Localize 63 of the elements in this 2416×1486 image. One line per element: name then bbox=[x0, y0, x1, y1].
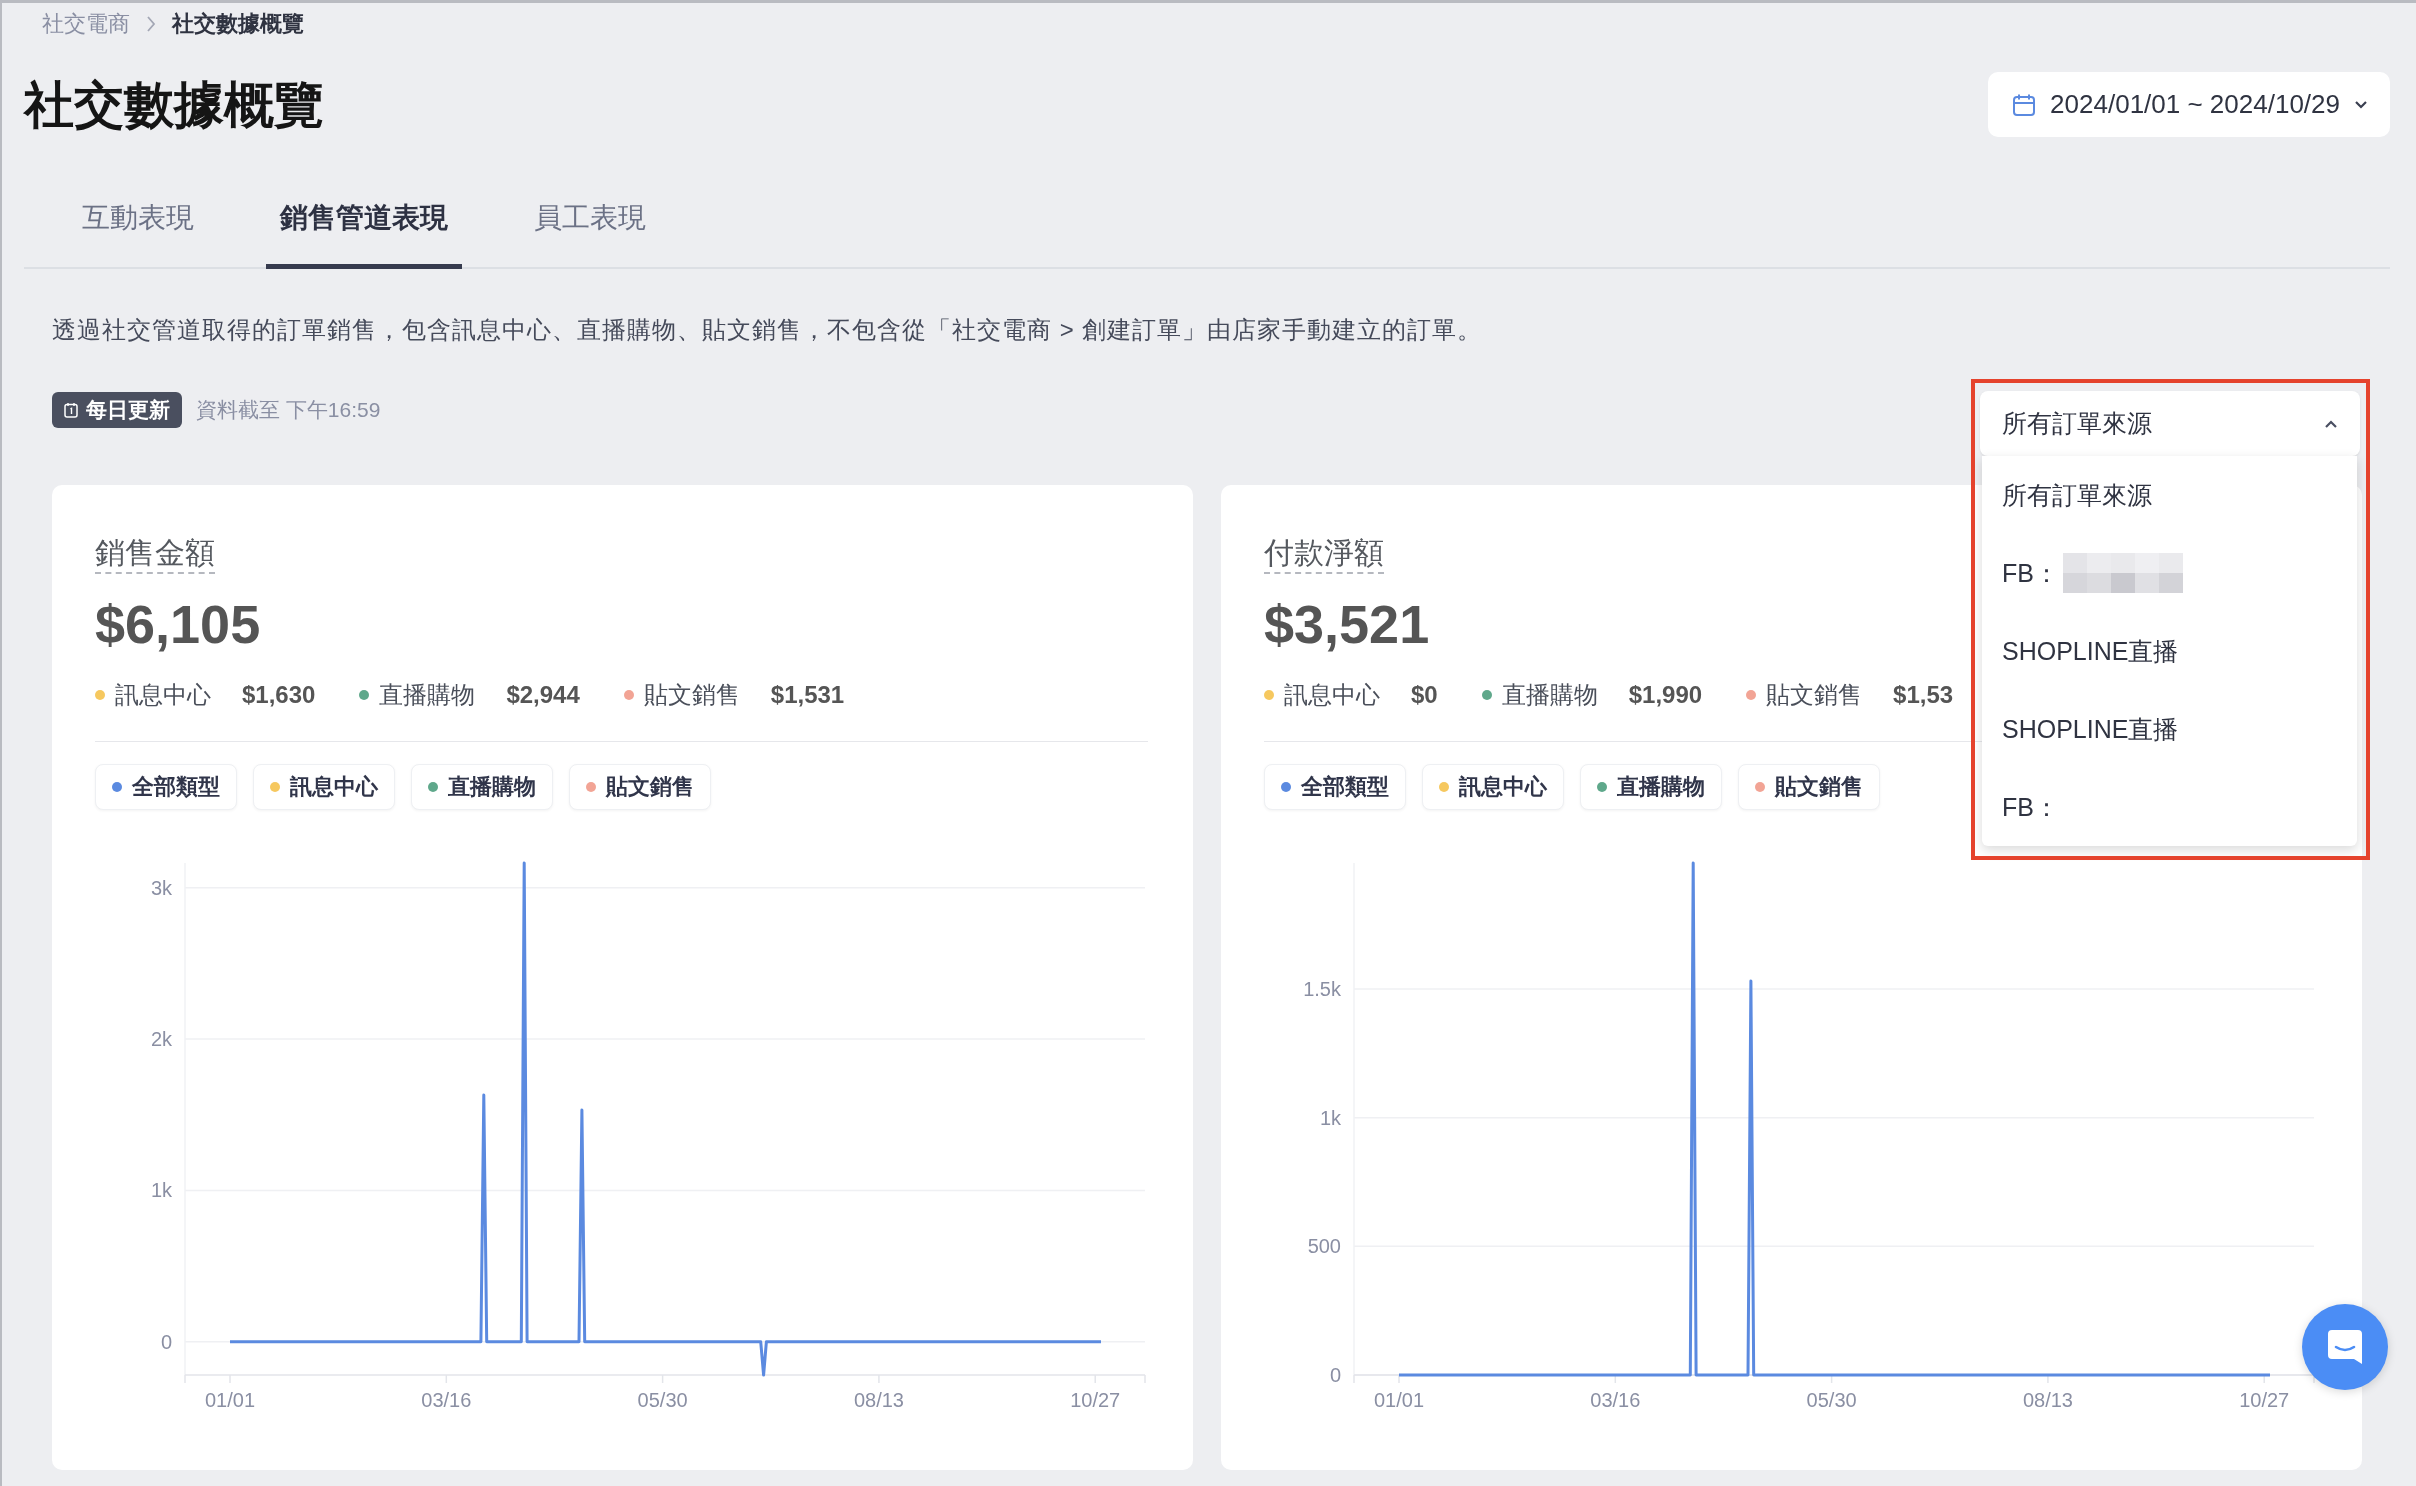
channel-amount: $1,53 bbox=[1893, 681, 1954, 709]
tab[interactable]: 互動表現 bbox=[68, 180, 208, 269]
y-axis-label: 0 bbox=[160, 1330, 172, 1353]
filter-chip[interactable]: 貼文銷售 bbox=[1738, 764, 1880, 810]
channel-label: 貼文銷售 bbox=[1766, 680, 1863, 710]
filter-chip[interactable]: 直播購物 bbox=[411, 764, 553, 810]
x-axis-label: 08/13 bbox=[853, 1389, 904, 1411]
date-range-picker[interactable]: 2024/01/01 ~ 2024/10/29 bbox=[1988, 72, 2390, 137]
channel-amount: $2,944 bbox=[506, 681, 580, 709]
dropdown-option[interactable]: FB： bbox=[1982, 534, 2357, 612]
channel-amount: $0 bbox=[1411, 681, 1438, 709]
channel-amount: $1,630 bbox=[242, 681, 316, 709]
breadcrumb-item: 社交數據概覽 bbox=[172, 10, 304, 38]
chevron-right-icon bbox=[146, 15, 156, 33]
x-axis-label: 05/30 bbox=[1806, 1389, 1857, 1411]
tab[interactable]: 銷售管道表現 bbox=[266, 180, 462, 269]
channel-amount: $1,990 bbox=[1628, 681, 1703, 709]
y-axis-label: 0 bbox=[1329, 1364, 1341, 1386]
description-text: 透過社交管道取得的訂單銷售，包含訊息中心、直播購物、貼文銷售，不包含從「社交電商 > 創建訂單」由店家手動建立的訂單。 bbox=[52, 315, 1483, 345]
channel-label: 直播購物 bbox=[379, 680, 476, 710]
x-axis-label: 01/01 bbox=[1373, 1389, 1425, 1411]
filter-chip[interactable]: 直播購物 bbox=[1580, 764, 1722, 810]
y-axis-label: 1.5k bbox=[1303, 978, 1341, 1001]
x-axis-label: 08/13 bbox=[2022, 1389, 2073, 1411]
tab[interactable]: 員工表現 bbox=[520, 180, 660, 269]
calendar-icon bbox=[2012, 92, 2037, 117]
y-axis-label: 2k bbox=[150, 1028, 172, 1051]
channel-amount: $1,531 bbox=[770, 681, 845, 709]
channel-label: 訊息中心 bbox=[115, 680, 211, 710]
x-axis-label: 05/30 bbox=[637, 1389, 688, 1411]
calendar-icon bbox=[64, 402, 78, 418]
chevron-down-icon bbox=[2354, 99, 2368, 110]
updated-time: 資料截至 下午16:59 bbox=[196, 397, 381, 423]
chevron-up-icon bbox=[2324, 418, 2338, 429]
x-axis-label: 03/16 bbox=[421, 1389, 472, 1411]
dropdown-option[interactable]: SHOPLINE直播 bbox=[1982, 612, 2357, 690]
filter-chip[interactable]: 全部類型 bbox=[95, 764, 237, 810]
dropdown-option[interactable]: SHOPLINE直播 bbox=[1982, 690, 2357, 768]
filter-chip[interactable]: 全部類型 bbox=[1264, 764, 1406, 810]
channel-label: 貼文銷售 bbox=[643, 680, 740, 710]
y-axis-label: 1k bbox=[150, 1179, 172, 1202]
total-amount: $6,105 bbox=[95, 593, 261, 656]
badge-label: 每日更新 bbox=[86, 397, 170, 423]
x-axis-label: 03/16 bbox=[1590, 1389, 1641, 1411]
y-axis-label: 3k bbox=[150, 876, 172, 899]
filter-chip[interactable]: 訊息中心 bbox=[1422, 764, 1564, 810]
x-axis-label: 10/27 bbox=[1070, 1389, 1121, 1411]
source-dropdown[interactable]: 所有訂單來源 bbox=[1980, 391, 2360, 456]
x-axis-label: 01/01 bbox=[204, 1389, 256, 1411]
x-axis-label: 10/27 bbox=[2239, 1389, 2290, 1411]
total-amount: $3,521 bbox=[1264, 593, 1430, 656]
y-axis-label: 500 bbox=[1307, 1235, 1341, 1258]
y-axis-label: 1k bbox=[1319, 1106, 1341, 1129]
card-title: 付款淨額 bbox=[1264, 534, 1384, 574]
channel-label: 訊息中心 bbox=[1284, 680, 1380, 710]
page-title: 社交數據概覽 bbox=[24, 75, 324, 135]
card-title: 銷售金額 bbox=[95, 534, 215, 574]
filter-chip[interactable]: 訊息中心 bbox=[253, 764, 395, 810]
channel-label: 直播購物 bbox=[1501, 680, 1598, 710]
chat-bubble-icon bbox=[2325, 1327, 2365, 1367]
filter-chip[interactable]: 貼文銷售 bbox=[569, 764, 711, 810]
dropdown-option[interactable]: 所有訂單來源 bbox=[1982, 456, 2357, 534]
dropdown-option[interactable]: FB： bbox=[1982, 768, 2357, 846]
